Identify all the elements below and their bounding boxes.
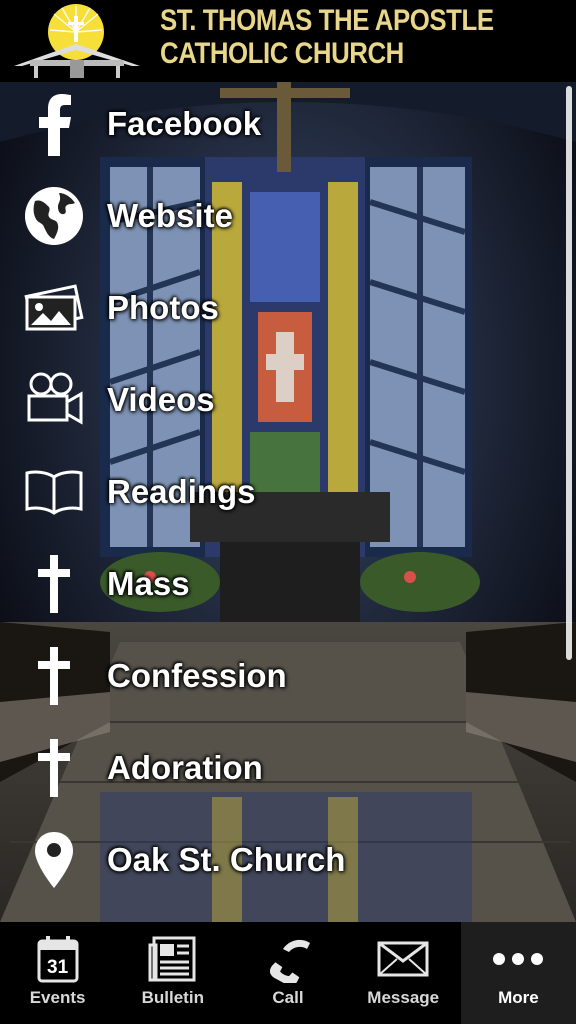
- cross-icon: [22, 644, 86, 708]
- church-name-line2: CATHOLIC CHURCH: [160, 37, 404, 70]
- church-name-line1: ST. THOMAS THE APOSTLE: [160, 4, 494, 37]
- globe-icon: [22, 184, 86, 248]
- tab-label: Bulletin: [141, 988, 204, 1007]
- app-header: ST. THOMAS THE APOSTLE CATHOLIC CHURCH: [0, 0, 576, 82]
- photos-icon: [22, 276, 86, 340]
- tab-label: Events: [29, 988, 86, 1007]
- envelope-icon: [375, 932, 431, 986]
- menu-scrollbar[interactable]: [566, 86, 572, 660]
- menu-item-label: Readings: [107, 473, 256, 510]
- menu-item-label: Website: [107, 197, 233, 234]
- menu-item-photos[interactable]: Photos: [0, 262, 560, 354]
- menu-item-website[interactable]: Website: [0, 170, 560, 262]
- map-pin-icon: [22, 828, 86, 892]
- menu-item-label: Photos: [107, 289, 219, 326]
- menu-item-videos[interactable]: Videos: [0, 354, 560, 446]
- church-logo-icon: [14, 4, 140, 78]
- tab-label: Message: [367, 988, 440, 1007]
- menu-item-readings[interactable]: Readings: [0, 446, 560, 538]
- video-camera-icon: [22, 368, 86, 432]
- menu-item-label: Videos: [107, 381, 215, 418]
- calendar-icon: 31: [30, 932, 86, 986]
- calendar-day: 31: [47, 957, 69, 978]
- menu-item-confession[interactable]: Confession: [0, 630, 560, 722]
- book-icon: [22, 460, 86, 524]
- tab-label: Call: [272, 988, 304, 1007]
- menu-item-label: Confession: [107, 657, 287, 694]
- menu-item-adoration[interactable]: Adoration: [0, 722, 560, 814]
- menu-item-label: Adoration: [107, 749, 263, 786]
- menu-item-oak-st-church[interactable]: Oak St. Church: [0, 814, 560, 906]
- menu-item-mass[interactable]: Mass: [0, 538, 560, 630]
- tab-label: More: [498, 988, 539, 1007]
- menu-item-label: Oak St. Church: [107, 841, 346, 878]
- phone-icon: [260, 932, 316, 986]
- tab-call[interactable]: Call: [230, 922, 345, 1024]
- tab-more[interactable]: More: [460, 922, 576, 1024]
- church-name: ST. THOMAS THE APOSTLE CATHOLIC CHURCH: [160, 4, 513, 70]
- bottom-tab-bar: 31 Events Bulletin Call Message More: [0, 922, 576, 1024]
- tab-message[interactable]: Message: [346, 922, 461, 1024]
- menu-item-facebook[interactable]: Facebook: [0, 78, 560, 170]
- facebook-icon: [22, 92, 86, 156]
- cross-icon: [22, 552, 86, 616]
- tab-bulletin[interactable]: Bulletin: [115, 922, 230, 1024]
- menu-item-label: Facebook: [107, 105, 262, 142]
- menu-item-label: Mass: [107, 565, 190, 602]
- tab-events[interactable]: 31 Events: [0, 922, 115, 1024]
- newspaper-icon: [145, 932, 201, 986]
- more-dots-icon: [490, 932, 546, 986]
- cross-icon: [22, 736, 86, 800]
